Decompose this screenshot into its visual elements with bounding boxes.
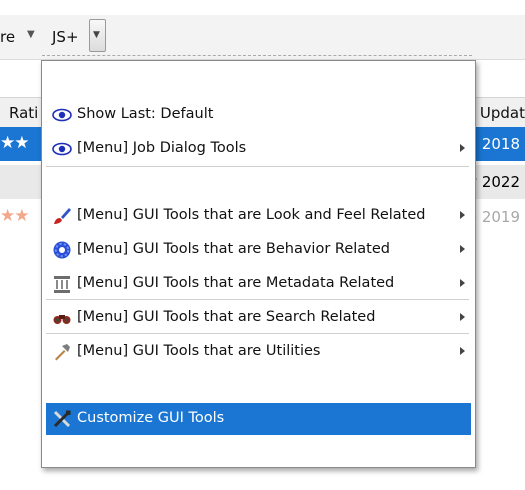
menu-item-label: [Menu] GUI Tools that are Metadata Relat… <box>77 275 395 291</box>
tools-icon <box>53 410 71 428</box>
js-plus-dropdown-button[interactable]: ▼ <box>89 19 106 52</box>
menu-item-label: [Menu] GUI Tools that are Search Related <box>77 309 376 325</box>
toolbar-partial-item[interactable]: re <box>0 28 15 46</box>
rating-stars: ★★ <box>0 206 30 226</box>
gui-tools-menu: Show Last: Default [Menu] Job Dialog Too… <box>41 60 476 468</box>
hammer-icon <box>55 344 70 361</box>
menu-item-search[interactable]: [Menu] GUI Tools that are Search Related <box>46 302 471 334</box>
chevron-down-icon[interactable]: ▼ <box>27 29 35 40</box>
submenu-arrow-icon <box>460 313 465 321</box>
menu-item-utilities[interactable]: [Menu] GUI Tools that are Utilities <box>46 336 471 368</box>
binoculars-icon <box>53 315 71 324</box>
menu-item-show-last[interactable]: Show Last: Default <box>46 99 471 131</box>
menu-item-job-dialog-tools[interactable]: [Menu] Job Dialog Tools <box>46 133 471 165</box>
js-plus-button[interactable]: JS+ <box>52 28 79 46</box>
menu-separator <box>46 299 469 300</box>
column-header-updated[interactable]: r Updat <box>469 104 525 122</box>
menu-item-metadata[interactable]: [Menu] GUI Tools that are Metadata Relat… <box>46 268 471 300</box>
menu-item-label: [Menu] GUI Tools that are Look and Feel … <box>77 207 426 223</box>
submenu-arrow-icon <box>460 144 465 152</box>
menu-separator <box>46 166 469 167</box>
menu-item-customize[interactable]: Customize GUI Tools <box>46 403 471 435</box>
menu-item-label: [Menu] Job Dialog Tools <box>77 140 247 156</box>
menu-item-label: [Menu] GUI Tools that are Utilities <box>77 343 321 359</box>
gear-icon <box>53 241 71 259</box>
toolbar-separator <box>42 55 472 56</box>
submenu-arrow-icon <box>460 211 465 219</box>
column-header-rating[interactable]: Rati <box>9 104 38 122</box>
chevron-down-icon: ▼ <box>93 30 100 40</box>
menu-item-label: Customize GUI Tools <box>77 410 225 426</box>
menu-item-look-and-feel[interactable]: [Menu] GUI Tools that are Look and Feel … <box>46 200 471 232</box>
submenu-arrow-icon <box>460 245 465 253</box>
submenu-arrow-icon <box>460 347 465 355</box>
eye-icon <box>52 108 72 122</box>
eye-icon <box>52 142 72 156</box>
menu-item-label: [Menu] GUI Tools that are Behavior Relat… <box>77 241 390 257</box>
paintbrush-icon <box>54 208 71 224</box>
menu-item-label: Show Last: Default <box>77 106 214 122</box>
submenu-arrow-icon <box>460 279 465 287</box>
menu-item-behavior[interactable]: [Menu] GUI Tools that are Behavior Relat… <box>46 234 471 266</box>
column-icon <box>54 276 70 293</box>
menu-separator <box>46 333 469 334</box>
toolbar: re ▼ JS+ ▼ <box>0 15 525 60</box>
rating-stars: ★★ <box>0 133 30 153</box>
